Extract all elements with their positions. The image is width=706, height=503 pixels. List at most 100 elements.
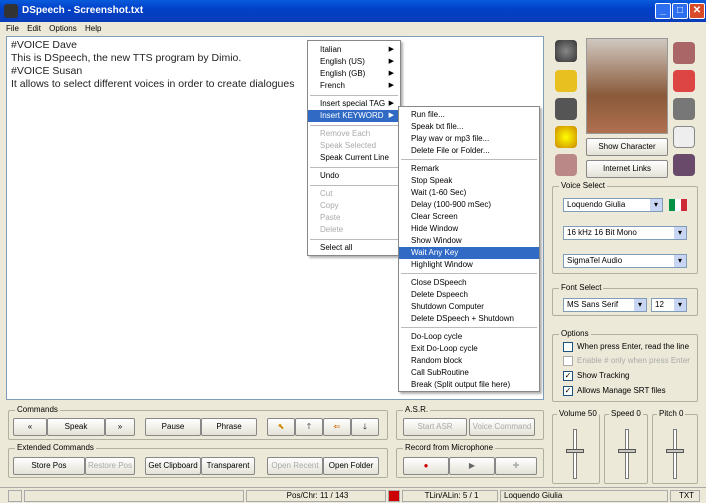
menu-edit[interactable]: Edit: [27, 24, 41, 33]
menu-item-select-all[interactable]: Select all: [308, 242, 400, 254]
arrow-up-icon[interactable]: 🡑: [295, 418, 323, 436]
menu-item-english-gb[interactable]: English (GB) ▶: [308, 68, 400, 80]
keyword-stop-speak[interactable]: Stop Speak: [399, 175, 539, 187]
keyword-exit-loop[interactable]: Exit Do-Loop cycle: [399, 343, 539, 355]
keyword-do-loop[interactable]: Do-Loop cycle: [399, 331, 539, 343]
keyword-speak-txt[interactable]: Speak txt file...: [399, 121, 539, 133]
menu-item-copy[interactable]: Copy: [308, 200, 400, 212]
show-character-button[interactable]: Show Character: [586, 138, 668, 156]
menu-item-insert-tag[interactable]: Insert special TAG ▶: [308, 98, 400, 110]
menu-item-paste[interactable]: Paste: [308, 212, 400, 224]
keyword-delete-shutdown[interactable]: Delete DSpeech + Shutdown: [399, 313, 539, 325]
voice-command-button[interactable]: Voice Command: [469, 418, 535, 436]
play-icon[interactable]: ▶: [449, 457, 495, 475]
keyword-show-window[interactable]: Show Window: [399, 235, 539, 247]
keyword-clear-screen[interactable]: Clear Screen: [399, 211, 539, 223]
save-icon[interactable]: [555, 98, 577, 120]
menu-item-cut[interactable]: Cut: [308, 188, 400, 200]
volume-slider[interactable]: [573, 429, 577, 479]
keyword-hide-window[interactable]: Hide Window: [399, 223, 539, 235]
keyword-play-wav[interactable]: Play wav or mp3 file...: [399, 133, 539, 145]
keyword-random-block[interactable]: Random block: [399, 355, 539, 367]
keyword-shutdown[interactable]: Shutdown Computer: [399, 301, 539, 313]
arrow-upleft-icon[interactable]: ⬉: [267, 418, 295, 436]
previous-button[interactable]: «: [13, 418, 47, 436]
menu-item-italian[interactable]: Italian ▶: [308, 44, 400, 56]
next-button[interactable]: »: [105, 418, 135, 436]
voice-dropdown[interactable]: Loquendo Giulia: [563, 198, 663, 212]
open-recent-button[interactable]: Open Recent: [267, 457, 323, 475]
font-size-dropdown[interactable]: 12: [651, 298, 687, 312]
enable-hash-label: Enable # only when press Enter: [577, 356, 690, 365]
film-icon[interactable]: [673, 98, 695, 120]
audio-device-dropdown[interactable]: SigmaTel Audio: [563, 254, 687, 268]
srt-label: Allows Manage SRT files: [577, 386, 666, 395]
srt-checkbox[interactable]: ✓: [563, 386, 573, 396]
keyword-delay[interactable]: Delay (100-900 mSec): [399, 199, 539, 211]
menu-help[interactable]: Help: [85, 24, 101, 33]
status-voice: Loquendo Giulia: [500, 490, 668, 502]
menu-item-english-us[interactable]: English (US) ▶: [308, 56, 400, 68]
avatar-small-icon-2[interactable]: [673, 154, 695, 176]
plus-icon[interactable]: ✚: [495, 457, 537, 475]
keyword-remark[interactable]: Remark: [399, 163, 539, 175]
microphone-icon[interactable]: [555, 40, 577, 62]
speed-knob[interactable]: [618, 449, 636, 453]
keyword-wait[interactable]: Wait (1-60 Sec): [399, 187, 539, 199]
menu-separator: [310, 185, 398, 186]
speak-button[interactable]: Speak: [47, 418, 105, 436]
pause-button[interactable]: Pause: [145, 418, 201, 436]
menu-item-insert-keyword[interactable]: Insert KEYWORD ▶: [308, 110, 400, 122]
audio-format-dropdown[interactable]: 16 kHz 16 Bit Mono: [563, 226, 687, 240]
menu-item-speak-selected[interactable]: Speak Selected: [308, 140, 400, 152]
store-pos-button[interactable]: Store Pos: [13, 457, 85, 475]
arrow-left-icon[interactable]: ⇐: [323, 418, 351, 436]
transparent-button[interactable]: Transparent: [201, 457, 255, 475]
keyword-break[interactable]: Break (Split output file here): [399, 379, 539, 391]
speed-slider[interactable]: [625, 429, 629, 479]
menu-options[interactable]: Options: [49, 24, 77, 33]
pizza-icon[interactable]: [673, 70, 695, 92]
maximize-button[interactable]: □: [672, 3, 688, 19]
app-icon: [4, 4, 18, 18]
editor-line: This is DSpeech, the new TTS program by …: [11, 52, 242, 64]
get-clipboard-button[interactable]: Get Clipboard: [145, 457, 201, 475]
read-line-checkbox[interactable]: [563, 342, 573, 352]
keyword-run-file[interactable]: Run file...: [399, 109, 539, 121]
arrow-down-icon[interactable]: 🡓: [351, 418, 379, 436]
menu-item-undo[interactable]: Undo: [308, 170, 400, 182]
book-icon[interactable]: [673, 42, 695, 64]
phrase-button[interactable]: Phrase: [201, 418, 257, 436]
menu-file[interactable]: File: [6, 24, 19, 33]
internet-links-button[interactable]: Internet Links: [586, 160, 668, 178]
keyword-highlight-window[interactable]: Highlight Window: [399, 259, 539, 271]
enable-hash-checkbox[interactable]: [563, 356, 573, 366]
menu-item-french[interactable]: French ▶: [308, 80, 400, 92]
lock-icon[interactable]: [555, 70, 577, 92]
open-folder-button[interactable]: Open Folder: [323, 457, 379, 475]
pitch-knob[interactable]: [666, 449, 684, 453]
show-tracking-label: Show Tracking: [577, 371, 630, 380]
show-tracking-checkbox[interactable]: ✓: [563, 371, 573, 381]
pitch-slider[interactable]: [673, 429, 677, 479]
record-icon[interactable]: ●: [403, 457, 449, 475]
menu-item-speak-current-line[interactable]: Speak Current Line: [308, 152, 400, 164]
minimize-button[interactable]: _: [655, 3, 671, 19]
volume-knob[interactable]: [566, 449, 584, 453]
title-bar: DSpeech - Screenshot.txt _ □ ✕: [0, 0, 706, 22]
menu-item-delete[interactable]: Delete: [308, 224, 400, 236]
restore-pos-button[interactable]: Restore Pos: [85, 457, 135, 475]
keyword-delete-dspeech[interactable]: Delete Dspeech: [399, 289, 539, 301]
pitch-label: Pitch 0: [657, 409, 686, 418]
keyword-wait-any-key[interactable]: Wait Any Key: [399, 247, 539, 259]
keyword-close-dspeech[interactable]: Close DSpeech: [399, 277, 539, 289]
keyword-delete-file[interactable]: Delete File or Folder...: [399, 145, 539, 157]
cd-icon[interactable]: [555, 126, 577, 148]
start-asr-button[interactable]: Start ASR: [403, 418, 467, 436]
font-dropdown[interactable]: MS Sans Serif: [563, 298, 647, 312]
close-button[interactable]: ✕: [689, 3, 705, 19]
avatar-small-icon[interactable]: [555, 154, 577, 176]
menu-item-remove-each[interactable]: Remove Each: [308, 128, 400, 140]
notes-icon[interactable]: [673, 126, 695, 148]
keyword-call-subroutine[interactable]: Call SubRoutine: [399, 367, 539, 379]
